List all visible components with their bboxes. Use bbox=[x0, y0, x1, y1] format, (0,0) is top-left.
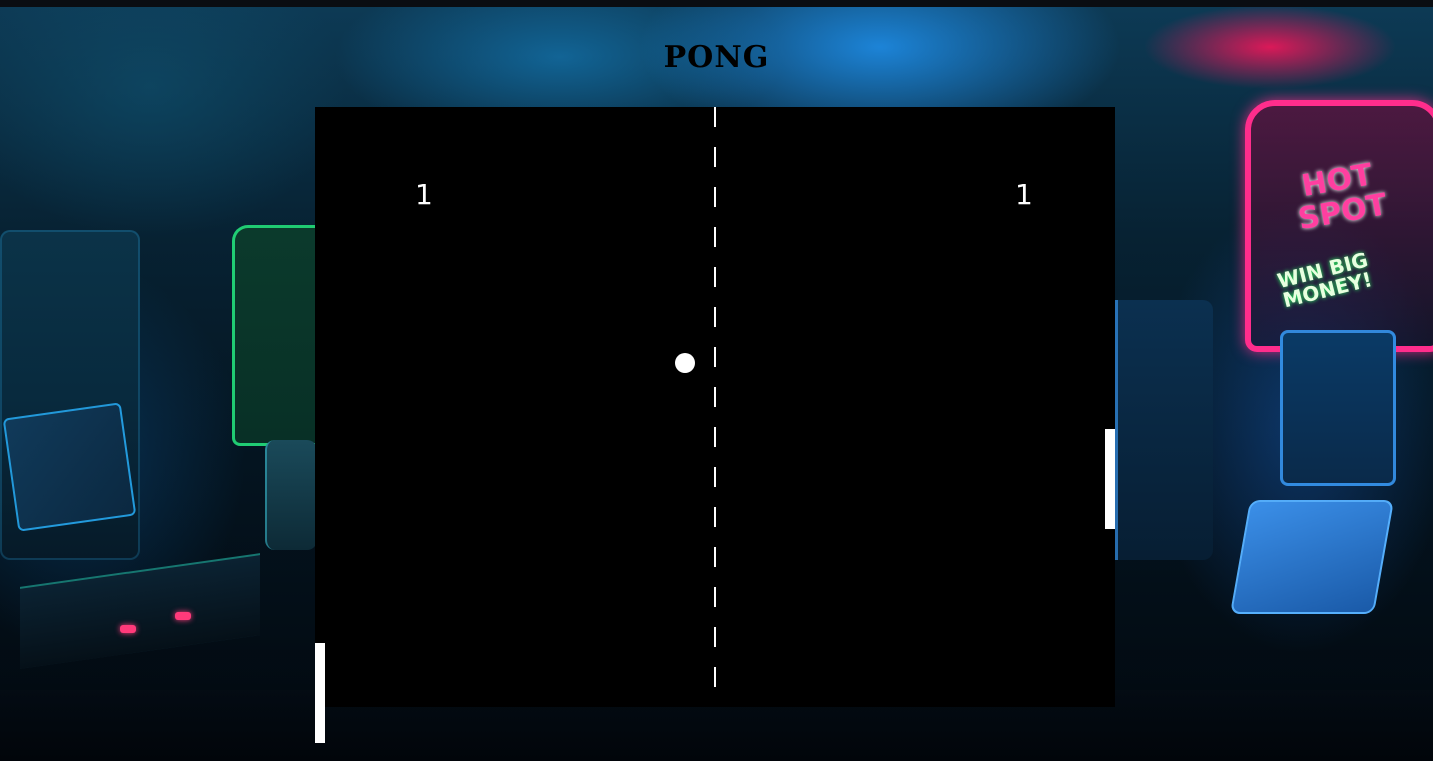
paddle-right bbox=[1105, 429, 1115, 529]
arcade-cabinet-panel-right bbox=[1229, 500, 1395, 614]
page-title: PONG bbox=[663, 40, 770, 75]
top-strip bbox=[0, 0, 1433, 7]
arcade-button-glow bbox=[120, 625, 136, 633]
arcade-cabinet-right-back bbox=[1115, 300, 1213, 560]
arcade-cabinet-monopoly bbox=[232, 225, 318, 446]
center-net bbox=[714, 107, 716, 707]
game-board[interactable]: 1 1 bbox=[315, 107, 1115, 743]
arcade-cabinet-left-back bbox=[265, 440, 317, 550]
arcade-cabinet-screen-right bbox=[1280, 330, 1396, 486]
ball bbox=[675, 353, 695, 373]
arcade-button-glow bbox=[175, 612, 191, 620]
score-right: 1 bbox=[1015, 178, 1033, 211]
paddle-left[interactable] bbox=[315, 643, 325, 743]
score-left: 1 bbox=[415, 178, 433, 211]
arcade-cabinet-screen-left bbox=[2, 402, 137, 532]
